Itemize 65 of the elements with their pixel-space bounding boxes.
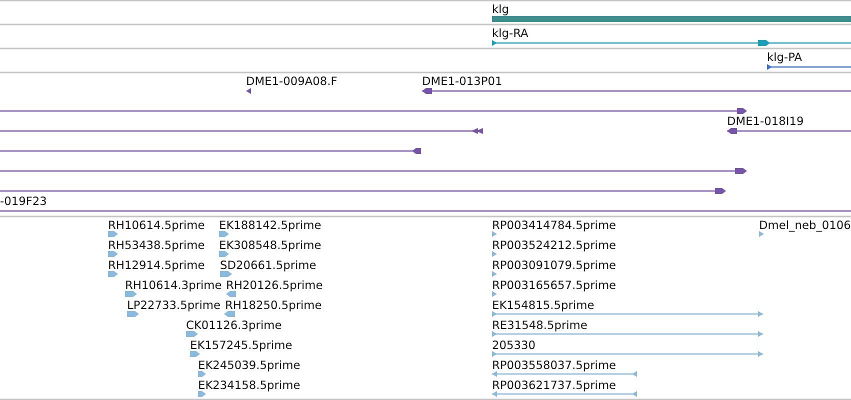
est-glyph[interactable]	[220, 271, 232, 277]
feature-label: Dmel_neb_0106	[759, 218, 851, 232]
feature-label: EK308548.5prime	[219, 238, 322, 252]
feature-label: klg-PA	[767, 50, 802, 64]
est-glyph[interactable]	[127, 311, 139, 317]
est-glyph[interactable]	[198, 371, 206, 377]
est-glyph[interactable]	[108, 251, 118, 257]
est-glyph[interactable]	[759, 231, 764, 237]
feature-label: RH10614.5prime	[108, 218, 205, 232]
feature-label: CK01126.3prime	[186, 318, 282, 332]
est-glyph[interactable]	[219, 251, 229, 257]
feature-label: klg-RA	[492, 26, 528, 40]
feature-label: RE31548.5prime	[492, 318, 588, 332]
feature-label: LP22733.5prime	[127, 298, 220, 312]
feature-label: RH53438.5prime	[108, 238, 205, 252]
feature-label: RP003165657.5prime	[492, 278, 616, 292]
feature-label: EK154815.5prime	[492, 298, 594, 312]
feature-label: DME1-018I19	[727, 114, 804, 128]
clone-glyph[interactable]	[0, 148, 421, 154]
feature-label: 205330	[492, 338, 536, 352]
transcript-glyph[interactable]	[492, 40, 851, 46]
est-glyph[interactable]	[492, 271, 497, 277]
feature-label: RH20126.5prime	[226, 278, 323, 292]
clone-glyph[interactable]	[422, 88, 851, 94]
transcript-glyph[interactable]	[767, 64, 851, 70]
est-glyph[interactable]	[186, 331, 198, 337]
feature-label: DME1-009A08.F	[246, 74, 338, 88]
clone-glyph[interactable]	[0, 108, 747, 114]
est-glyph[interactable]	[125, 291, 137, 297]
est-glyph[interactable]	[492, 351, 763, 357]
feature-label: SD20661.5prime	[220, 258, 316, 272]
est-glyph[interactable]	[226, 291, 236, 297]
est-glyph[interactable]	[492, 371, 637, 377]
feature-label: RH12914.5prime	[108, 258, 205, 272]
clone-glyph[interactable]	[246, 88, 251, 94]
feature-label: -019F23	[0, 194, 47, 208]
est-glyph[interactable]	[108, 231, 118, 237]
clone-glyph[interactable]	[0, 168, 747, 174]
feature-label: RP003091079.5prime	[492, 258, 616, 272]
clone-glyph[interactable]	[0, 188, 726, 194]
feature-label: RP003524212.5prime	[492, 238, 616, 252]
feature-label: EK245039.5prime	[198, 358, 300, 372]
est-glyph[interactable]	[492, 291, 497, 297]
est-glyph[interactable]	[108, 271, 118, 277]
est-glyph[interactable]	[492, 251, 497, 257]
feature-label: klg	[492, 2, 509, 16]
feature-label: RH10614.3prime	[125, 278, 222, 292]
feature-label: RP003621737.5prime	[492, 378, 616, 392]
est-glyph[interactable]	[492, 311, 763, 317]
est-glyph[interactable]	[219, 231, 229, 237]
feature-label: RP003558037.5prime	[492, 358, 616, 372]
feature-label: RH18250.5prime	[225, 298, 322, 312]
feature-label: EK188142.5prime	[219, 218, 322, 232]
feature-label: EK157245.5prime	[190, 338, 292, 352]
est-glyph[interactable]	[492, 231, 497, 237]
feature-label: RP003414784.5prime	[492, 218, 616, 232]
clone-glyph[interactable]	[0, 128, 483, 134]
est-glyph[interactable]	[492, 331, 763, 337]
clone-glyph[interactable]	[727, 128, 851, 134]
est-glyph[interactable]	[224, 311, 235, 317]
est-glyph[interactable]	[190, 351, 200, 357]
est-glyph[interactable]	[198, 391, 206, 397]
feature-label: EK234158.5prime	[198, 378, 300, 392]
feature-label: DME1-013P01	[422, 74, 502, 88]
est-glyph[interactable]	[492, 391, 637, 397]
